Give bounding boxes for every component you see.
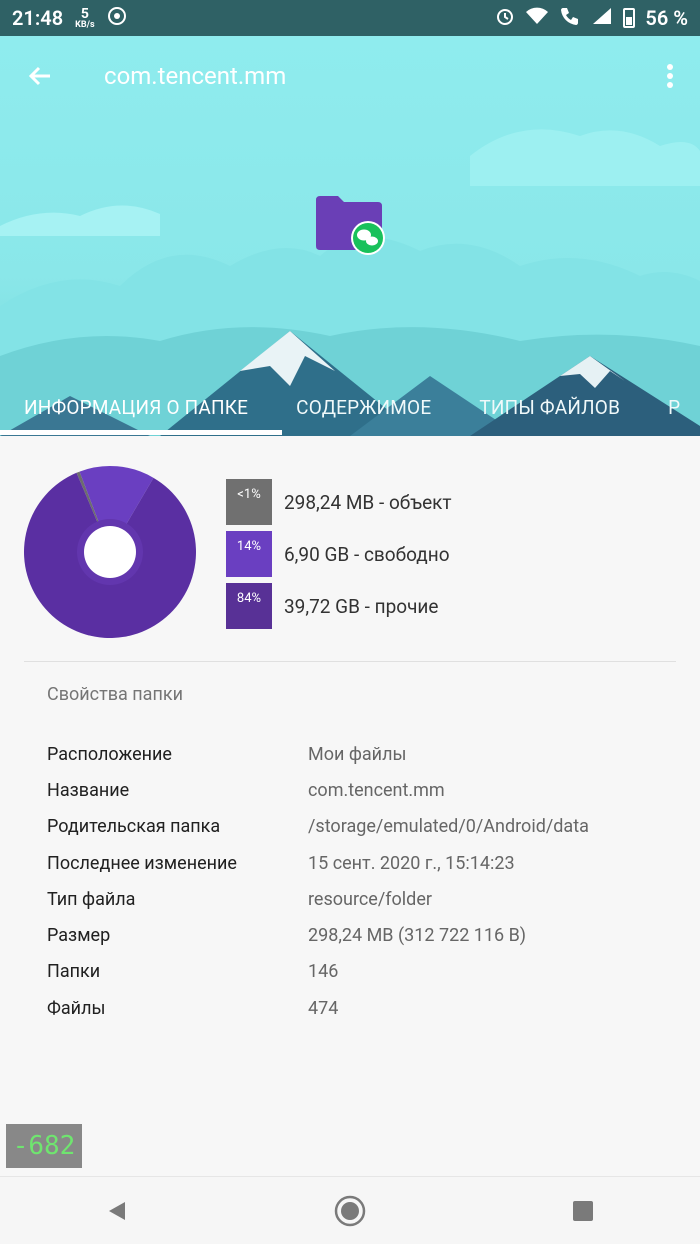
tab-file-types[interactable]: ТИПЫ ФАЙЛОВ bbox=[455, 396, 644, 419]
battery-percent: 56 % bbox=[645, 6, 688, 30]
property-row: Название com.tencent.mm bbox=[47, 772, 687, 808]
legend-row-other: 84% 39,72 GB - прочие bbox=[226, 580, 686, 632]
tab-folder-info[interactable]: ИНФОРМАЦИЯ О ПАПКЕ bbox=[0, 396, 272, 419]
property-key: Последнее изменение bbox=[47, 852, 237, 874]
alarm-icon bbox=[495, 6, 515, 31]
tab-bar: ИНФОРМАЦИЯ О ПАПКЕ СОДЕРЖИМОЕ ТИПЫ ФАЙЛО… bbox=[0, 379, 700, 436]
nav-recents-icon bbox=[573, 1200, 594, 1221]
folder-header: com.tencent.mm ИНФОРМАЦИЯ О ПАПКЕ СОДЕРЖ… bbox=[0, 36, 700, 436]
property-value: 146 bbox=[308, 961, 339, 983]
call-icon bbox=[559, 5, 581, 32]
legend-text-free: 6,90 GB - свободно bbox=[284, 542, 450, 566]
legend-text-other: 39,72 GB - прочие bbox=[284, 594, 439, 618]
property-row: Папки 146 bbox=[47, 954, 687, 990]
property-key: Название bbox=[47, 779, 130, 801]
sync-icon bbox=[107, 6, 127, 31]
storage-donut-chart bbox=[22, 464, 198, 640]
property-value: 298,24 MB (312 722 116 B) bbox=[308, 925, 527, 947]
property-key: Родительская папка bbox=[47, 816, 221, 838]
battery-icon bbox=[623, 8, 636, 28]
status-bar: 21:48 5 KB/s 56 % bbox=[0, 0, 700, 36]
property-row: Тип файла resource/folder bbox=[47, 881, 687, 917]
tab-contents[interactable]: СОДЕРЖИМОЕ bbox=[272, 396, 455, 419]
more-vert-icon bbox=[667, 64, 673, 88]
legend-row-free: 14% 6,90 GB - свободно bbox=[226, 528, 686, 580]
property-row: Расположение Мои файлы bbox=[47, 736, 687, 772]
property-key: Тип файла bbox=[47, 888, 136, 910]
donut-hole bbox=[84, 526, 136, 578]
property-value: 474 bbox=[308, 997, 339, 1019]
property-row: Последнее изменение 15 сент. 2020 г., 15… bbox=[47, 845, 687, 881]
folder-wechat-icon bbox=[316, 196, 385, 255]
property-value: 15 сент. 2020 г., 15:14:23 bbox=[308, 852, 515, 874]
legend-text-object: 298,24 MB - объект bbox=[284, 490, 452, 514]
properties-title: Свойства папки bbox=[47, 684, 183, 705]
wifi-icon bbox=[525, 6, 549, 31]
legend-swatch-other: 84% bbox=[226, 583, 272, 629]
net-speed-value: 5 bbox=[80, 5, 89, 22]
nav-back-icon bbox=[108, 1201, 125, 1220]
signal-icon bbox=[591, 6, 613, 31]
folder-properties: Свойства папки Расположение Мои файлы На… bbox=[47, 684, 687, 1026]
property-value: resource/folder bbox=[308, 888, 432, 910]
property-row: Родительская папка /storage/emulated/0/A… bbox=[47, 809, 687, 845]
more-options-button[interactable] bbox=[640, 36, 700, 116]
property-key: Файлы bbox=[47, 997, 106, 1019]
system-nav-bar bbox=[0, 1176, 700, 1244]
nav-recents-button[interactable] bbox=[543, 1177, 623, 1244]
property-row: Файлы 474 bbox=[47, 990, 687, 1026]
property-row: Размер 298,24 MB (312 722 116 B) bbox=[47, 917, 687, 953]
nav-home-icon bbox=[334, 1195, 366, 1226]
property-value: Мои файлы bbox=[308, 743, 407, 765]
property-key: Размер bbox=[47, 925, 111, 947]
tab-more[interactable]: Р bbox=[644, 396, 700, 419]
legend-row-object: <1% 298,24 MB - объект bbox=[226, 476, 686, 528]
debug-counter-badge: -682 bbox=[6, 1124, 82, 1168]
legend-swatch-object: <1% bbox=[226, 479, 272, 525]
property-value: com.tencent.mm bbox=[308, 779, 445, 801]
back-arrow-icon bbox=[28, 66, 50, 86]
legend-swatch-free: 14% bbox=[226, 531, 272, 577]
property-key: Расположение bbox=[47, 743, 172, 765]
properties-table: Расположение Мои файлы Название com.tenc… bbox=[47, 736, 687, 1026]
section-divider bbox=[24, 661, 676, 662]
storage-legend: <1% 298,24 MB - объект 14% 6,90 GB - сво… bbox=[226, 476, 686, 632]
nav-back-button[interactable] bbox=[77, 1177, 157, 1244]
toolbar: com.tencent.mm bbox=[0, 36, 700, 116]
page-title: com.tencent.mm bbox=[104, 62, 287, 90]
nav-home-button[interactable] bbox=[310, 1177, 390, 1244]
net-speed-unit: KB/s bbox=[75, 19, 95, 30]
property-value: /storage/emulated/0/Android/data bbox=[308, 816, 589, 838]
property-key: Папки bbox=[47, 961, 101, 983]
net-speed: 5 KB/s bbox=[75, 7, 94, 30]
status-time: 21:48 bbox=[12, 6, 64, 30]
active-tab-indicator bbox=[0, 430, 282, 435]
back-button[interactable] bbox=[0, 36, 80, 116]
